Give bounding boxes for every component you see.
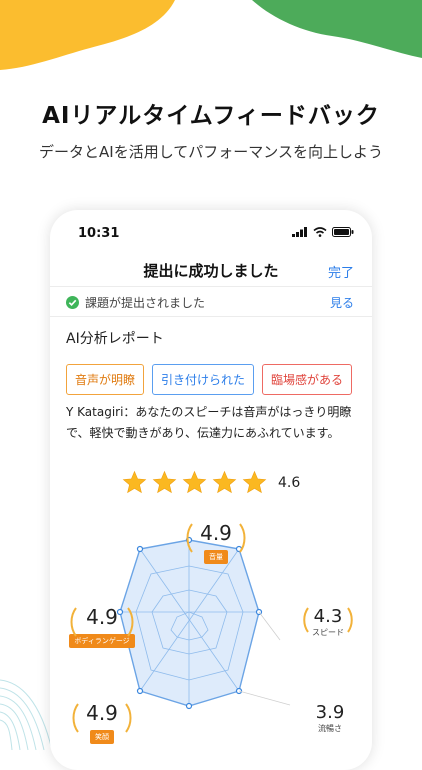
promo-title: AIリアルタイムフィードバック [42, 103, 380, 129]
metric-label: 流暢さ [318, 724, 342, 733]
tag-engaging[interactable]: 引き付けられた [152, 364, 255, 395]
report-title: AI分析レポート [66, 331, 164, 347]
metric-fluency: 3.9 流暢さ [308, 702, 352, 734]
radar-chart: 4.9 音量 4.3 スピード 3.9 流暢さ 4.9 ボディランゲージ 4.9… [50, 520, 372, 770]
check-circle-icon [66, 295, 79, 309]
tag-clear-voice[interactable]: 音声が明瞭 [66, 364, 145, 395]
promo-subtitle: データとAIを活用してパフォーマンスを向上しよう [39, 143, 383, 161]
star-icon [122, 470, 147, 494]
star-rating: 4.6 [122, 470, 300, 495]
laurel-icon [303, 607, 353, 633]
view-link[interactable]: 見る [330, 294, 354, 311]
laurel-icon [186, 523, 246, 553]
star-icon [212, 470, 237, 494]
metric-badge-volume: 4.9 音量 [184, 522, 248, 564]
status-time: 10:31 [78, 226, 120, 241]
star-icon [242, 470, 267, 494]
green-blob [252, 0, 422, 58]
signal-icon [292, 227, 307, 237]
tag-presence[interactable]: 臨場感がある [262, 364, 353, 395]
nav-title: 提出に成功しました [143, 262, 279, 280]
star-icon [182, 470, 207, 494]
submission-status-text: 課題が提出されました [85, 295, 206, 310]
divider [50, 286, 372, 287]
laurel-icon [70, 607, 134, 637]
divider [50, 316, 372, 317]
leader-line [258, 611, 281, 641]
tag-list: 音声が明瞭 引き付けられた 臨場感がある [66, 364, 353, 395]
wifi-icon [313, 227, 327, 237]
metric-badge-smile: 4.9 笑顔 [70, 702, 134, 744]
metric-badge-speed: 4.3 スピード [302, 606, 354, 638]
done-button[interactable]: 完了 [328, 262, 354, 281]
submission-row: 課題が提出されました 見る [66, 292, 354, 312]
yellow-blob [0, 0, 175, 70]
battery-icon [332, 227, 354, 237]
metric-badge-body-language: 4.9 ボディランゲージ [66, 606, 138, 648]
phone-screen: 10:31 提出に成功しました 完了 課題が提出されました 見る AI分析レポー… [50, 210, 372, 770]
ai-comment: Y Katagiri：あなたのスピーチは音声がはっきり明瞭で、軽快で動きがあり、… [66, 405, 352, 440]
status-icons [292, 227, 354, 237]
star-icon [152, 470, 177, 494]
metric-value: 3.9 [315, 702, 345, 723]
leader-line [238, 690, 291, 706]
laurel-icon [72, 703, 132, 733]
average-score: 4.6 [278, 474, 301, 491]
